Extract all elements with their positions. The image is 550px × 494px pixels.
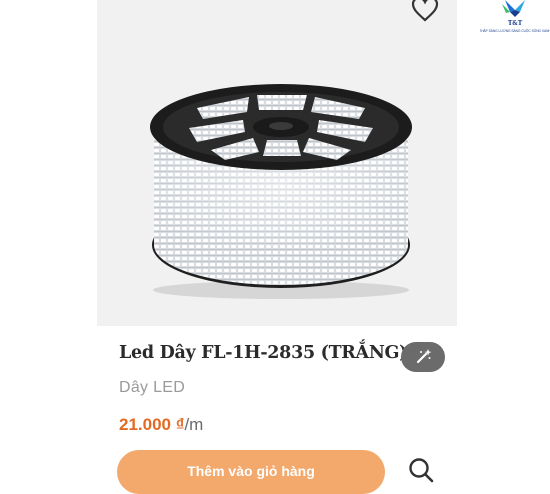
brand-logo: T&T THẮP SÁNG LƯƠNG SÁNG CUỘC SỐNG XANH (480, 0, 550, 33)
magic-wand-icon (416, 349, 432, 364)
compare-button[interactable] (401, 342, 445, 372)
product-price: 21.000 ₫/m (119, 415, 203, 435)
product-title[interactable]: Led Dây FL-1H-2835 (TRẮNG) (119, 343, 407, 363)
product-card: Led Dây FL-1H-2835 (TRẮNG) Dây LED 21.00… (97, 0, 457, 494)
svg-text:THẮP SÁNG LƯƠNG SÁNG CUỘC SỐNG: THẮP SÁNG LƯƠNG SÁNG CUỘC SỐNG XANH (480, 28, 550, 33)
price-amount: 21.000 ₫ (119, 415, 185, 434)
product-image[interactable] (97, 70, 457, 300)
product-category[interactable]: Dây LED (119, 379, 185, 397)
add-to-cart-button[interactable]: Thêm vào giỏ hàng (117, 450, 385, 494)
svg-text:T&T: T&T (508, 20, 523, 27)
product-image-area[interactable] (97, 0, 457, 326)
heart-icon[interactable] (410, 0, 440, 24)
price-unit: /m (184, 415, 204, 434)
